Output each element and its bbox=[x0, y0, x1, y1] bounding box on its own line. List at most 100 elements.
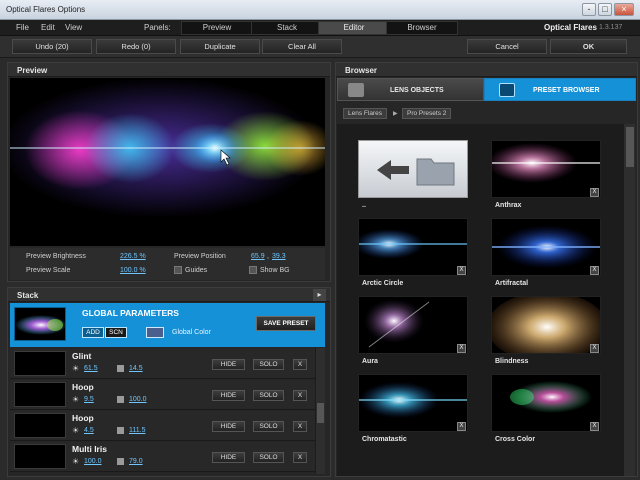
menu-view[interactable]: View bbox=[65, 23, 82, 32]
row-brightness-value[interactable]: 4.5 bbox=[84, 427, 94, 434]
crumb-lens-flares[interactable]: Lens Flares bbox=[343, 108, 387, 119]
crumb-pro-presets[interactable]: Pro Presets 2 bbox=[402, 108, 452, 119]
preset-thumbnail bbox=[492, 143, 600, 183]
add-mode-button[interactable]: ADD bbox=[82, 327, 104, 338]
preset-tile[interactable] bbox=[358, 374, 468, 432]
row-brightness-value[interactable]: 100.0 bbox=[84, 458, 102, 465]
scale-icon bbox=[117, 458, 124, 465]
stack-row[interactable]: Glint ☀ 61.5 14.5 HIDE SOLO X bbox=[10, 349, 315, 379]
showbg-checkbox[interactable] bbox=[249, 266, 257, 274]
preview-position-x[interactable]: 65.9 bbox=[251, 253, 265, 260]
brightness-icon: ☀ bbox=[72, 457, 80, 466]
hide-button[interactable]: HIDE bbox=[212, 421, 245, 432]
preset-tile[interactable] bbox=[491, 140, 601, 198]
preset-thumbnail bbox=[359, 382, 467, 418]
preset-browser-tab[interactable]: PRESET BROWSER bbox=[484, 78, 636, 101]
preset-tile[interactable] bbox=[491, 296, 601, 354]
preset-tile[interactable] bbox=[358, 218, 468, 276]
preset-label: Aura bbox=[362, 358, 378, 365]
ok-button[interactable]: OK bbox=[550, 39, 627, 54]
global-parameters[interactable]: GLOBAL PARAMETERS ADD SCN Global Color S… bbox=[10, 303, 325, 347]
preset-tile[interactable] bbox=[491, 218, 601, 276]
hide-button[interactable]: HIDE bbox=[212, 452, 245, 463]
row-scale-value[interactable]: 14.5 bbox=[129, 365, 143, 372]
panels-label: Panels: bbox=[144, 23, 171, 32]
remove-preset-button[interactable]: X bbox=[457, 266, 466, 275]
cancel-button[interactable]: Cancel bbox=[467, 39, 547, 54]
lens-flare-render bbox=[10, 78, 325, 218]
delete-button[interactable]: X bbox=[293, 390, 307, 401]
remove-preset-button[interactable]: X bbox=[590, 422, 599, 431]
global-color-swatch[interactable] bbox=[146, 327, 164, 338]
preview-canvas[interactable] bbox=[10, 78, 325, 246]
remove-preset-button[interactable]: X bbox=[457, 344, 466, 353]
guides-checkbox[interactable] bbox=[174, 266, 182, 274]
row-thumbnail bbox=[14, 382, 66, 407]
stack-scroll-thumb[interactable] bbox=[317, 403, 324, 423]
menu-file[interactable]: File bbox=[16, 23, 29, 32]
row-brightness-value[interactable]: 9.5 bbox=[84, 396, 94, 403]
panel-tab-stack[interactable]: Stack bbox=[251, 21, 323, 35]
solo-button[interactable]: SOLO bbox=[253, 390, 284, 401]
crumb-arrow: ▶ bbox=[393, 111, 398, 117]
panel-tab-editor[interactable]: Editor bbox=[318, 21, 390, 35]
solo-button[interactable]: SOLO bbox=[253, 452, 284, 463]
duplicate-button[interactable]: Duplicate bbox=[180, 39, 260, 54]
preset-browser-label: PRESET BROWSER bbox=[533, 87, 600, 94]
preset-tile[interactable] bbox=[358, 296, 468, 354]
lens-objects-tab[interactable]: LENS OBJECTS bbox=[337, 78, 484, 101]
preset-label: Chromatastic bbox=[362, 436, 407, 443]
preset-label: Cross Color bbox=[495, 436, 536, 443]
browser-scrollbar[interactable] bbox=[623, 124, 635, 476]
app-version: 1.3.137 bbox=[599, 24, 623, 31]
preview-brightness-value[interactable]: 226.5 % bbox=[120, 253, 146, 260]
preset-tile[interactable] bbox=[491, 374, 601, 432]
maximize-button[interactable]: □ bbox=[598, 3, 612, 16]
clear-all-button[interactable]: Clear All bbox=[262, 39, 342, 54]
remove-preset-button[interactable]: X bbox=[590, 344, 599, 353]
brightness-icon: ☀ bbox=[72, 426, 80, 435]
row-scale-value[interactable]: 100.0 bbox=[129, 396, 147, 403]
guides-label: Guides bbox=[185, 267, 208, 274]
stack-scrollbar[interactable] bbox=[315, 348, 325, 474]
global-params-title: GLOBAL PARAMETERS bbox=[82, 308, 179, 318]
delete-button[interactable]: X bbox=[293, 421, 307, 432]
preview-settings: Preview Brightness 226.5 % Preview Posit… bbox=[10, 248, 325, 280]
preview-position-y[interactable]: 39.3 bbox=[272, 253, 286, 260]
browser-scroll-thumb[interactable] bbox=[626, 127, 634, 167]
remove-preset-button[interactable]: X bbox=[457, 422, 466, 431]
row-brightness-value[interactable]: 61.5 bbox=[84, 365, 98, 372]
stack-row[interactable]: Hoop ☀ 4.5 111.5 HIDE SOLO X bbox=[10, 411, 315, 441]
row-scale-value[interactable]: 79.0 bbox=[129, 458, 143, 465]
back-folder-tile[interactable] bbox=[358, 140, 468, 198]
save-preset-button[interactable]: SAVE PRESET bbox=[256, 316, 316, 331]
redo-button[interactable]: Redo (0) bbox=[96, 39, 176, 54]
preview-scale-value[interactable]: 100.0 % bbox=[120, 267, 146, 274]
remove-preset-button[interactable]: X bbox=[590, 266, 599, 275]
panel-tab-preview[interactable]: Preview bbox=[181, 21, 253, 35]
solo-button[interactable]: SOLO bbox=[253, 421, 284, 432]
stack-row[interactable]: Multi Iris ☀ 100.0 79.0 HIDE SOLO X bbox=[10, 442, 315, 472]
stack-menu-arrow[interactable]: ▸ bbox=[313, 289, 326, 301]
row-thumbnail bbox=[14, 413, 66, 438]
menu-edit[interactable]: Edit bbox=[41, 23, 55, 32]
remove-preset-button[interactable]: X bbox=[590, 188, 599, 197]
close-button[interactable]: × bbox=[614, 3, 634, 16]
hide-button[interactable]: HIDE bbox=[212, 390, 245, 401]
hide-button[interactable]: HIDE bbox=[212, 359, 245, 370]
delete-button[interactable]: X bbox=[293, 359, 307, 370]
window-title: Optical Flares Options bbox=[6, 5, 86, 14]
row-name: Multi Iris bbox=[72, 444, 107, 454]
solo-button[interactable]: SOLO bbox=[253, 359, 284, 370]
minimize-button[interactable]: - bbox=[582, 3, 596, 16]
undo-button[interactable]: Undo (20) bbox=[12, 39, 92, 54]
delete-button[interactable]: X bbox=[293, 452, 307, 463]
panel-tab-browser[interactable]: Browser bbox=[386, 21, 458, 35]
preview-scale-label: Preview Scale bbox=[26, 267, 71, 274]
row-name: Hoop bbox=[72, 382, 94, 392]
preset-label: Anthrax bbox=[495, 202, 522, 209]
brightness-icon: ☀ bbox=[72, 395, 80, 404]
screen-mode-button[interactable]: SCN bbox=[105, 327, 127, 338]
stack-row[interactable]: Hoop ☀ 9.5 100.0 HIDE SOLO X bbox=[10, 380, 315, 410]
row-scale-value[interactable]: 111.5 bbox=[129, 427, 145, 434]
